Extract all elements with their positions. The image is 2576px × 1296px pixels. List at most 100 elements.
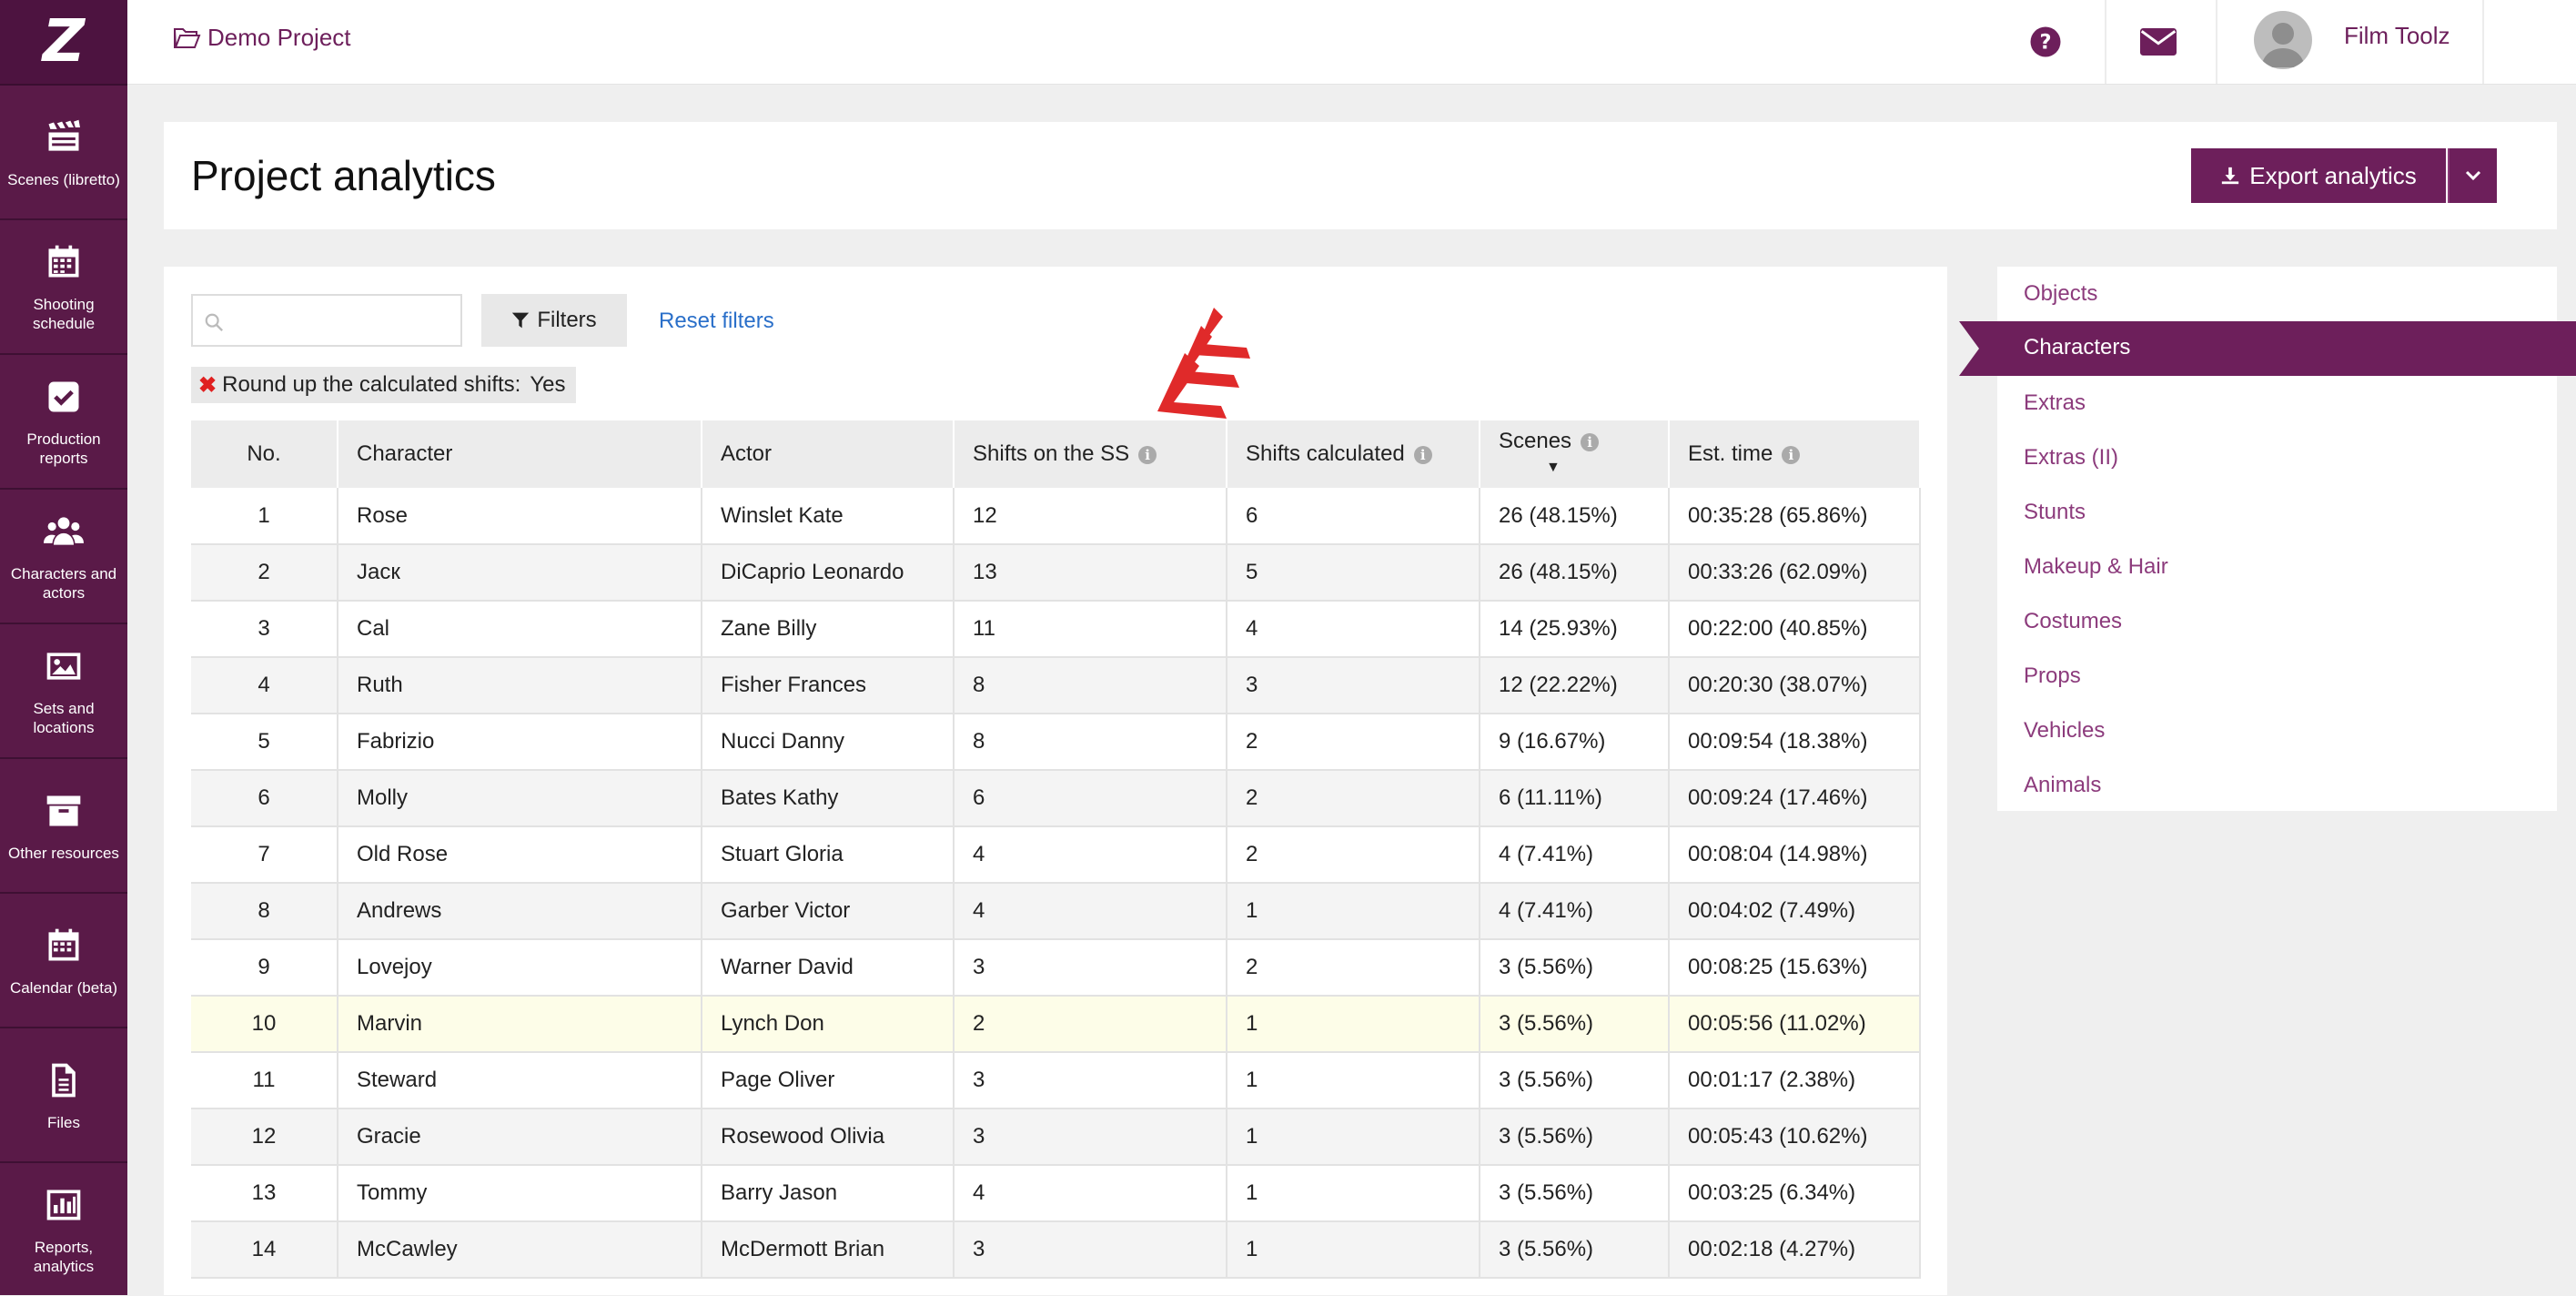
column-header-no[interactable]: No.: [191, 420, 338, 488]
reset-filters-link[interactable]: Reset filters: [659, 309, 774, 334]
sidebar-item-production-reports[interactable]: Production reports: [0, 355, 127, 490]
cell-actor: Page Oliver: [702, 1052, 955, 1109]
mail-icon[interactable]: [2138, 22, 2178, 62]
table-header-row: No. Character Actor Shifts on the SS i Sh…: [191, 420, 1921, 488]
table-row[interactable]: 8 Andrews Garber Victor 4 1 4 (7.41%) 00:04:02…: [191, 883, 1921, 940]
sidebar-label: Sets and locations: [33, 700, 95, 736]
search-input[interactable]: [233, 296, 455, 347]
cell-shifts-calculated: 1: [1227, 996, 1480, 1053]
category-item-animals[interactable]: Animals: [2024, 773, 2101, 798]
chevron-down-icon: [2465, 170, 2481, 181]
cell-no: 9: [191, 939, 338, 997]
column-header-est-time[interactable]: Est. time i: [1669, 420, 1921, 488]
remove-filter-icon[interactable]: ✖: [198, 372, 217, 399]
sidebar-item-reports-analytics[interactable]: Reports, analytics: [0, 1163, 127, 1296]
sidebar-label: Characters and actors: [10, 565, 117, 602]
column-header-actor[interactable]: Actor: [702, 420, 955, 488]
sidebar-item-shooting-schedule[interactable]: Shooting schedule: [0, 220, 127, 355]
cell-character: Marvin: [338, 996, 702, 1053]
table-row[interactable]: 11 Steward Page Oliver 3 1 3 (5.56%) 00:01:17 …: [191, 1052, 1921, 1109]
cell-scenes: 3 (5.56%): [1480, 996, 1670, 1053]
page-title: Project analytics: [191, 152, 496, 199]
category-item-makeup-hair[interactable]: Makeup & Hair: [2024, 554, 2168, 580]
table-row[interactable]: 4 Ruth Fisher Frances 8 3 12 (22.22%) 00:20:30…: [191, 657, 1921, 714]
active-notch: [1959, 321, 1997, 376]
category-item-characters[interactable]: Characters: [1959, 321, 2576, 376]
sidebar-label: Files: [47, 1113, 80, 1131]
table-row[interactable]: 2 Jacк DiCaprio Leonardo 13 5 26 (48.15%) 00:3…: [191, 544, 1921, 602]
cell-no: 2: [191, 544, 338, 602]
filter-icon: [512, 312, 530, 329]
archive-icon: [42, 789, 86, 833]
cell-shifts-ss: 4: [954, 826, 1227, 884]
export-analytics-button[interactable]: Export analytics: [2191, 148, 2446, 203]
cell-actor: Barry Jason: [702, 1165, 955, 1222]
cell-est-time: 00:22:00 (40.85%): [1669, 601, 1921, 658]
table-body: 1 Rose Winslet Kate 12 6 26 (48.15%) 00:35:28 …: [191, 488, 1921, 1279]
category-item-props[interactable]: Props: [2024, 663, 2081, 689]
sidebar-item-sets-locations[interactable]: Sets and locations: [0, 624, 127, 759]
category-item-extras[interactable]: Extras: [2024, 390, 2086, 416]
cell-scenes: 9 (16.67%): [1480, 714, 1670, 771]
cell-est-time: 00:33:26 (62.09%): [1669, 544, 1921, 602]
category-item-objects[interactable]: Objects: [2024, 281, 2097, 307]
cell-character: Molly: [338, 770, 702, 827]
cell-est-time: 00:01:17 (2.38%): [1669, 1052, 1921, 1109]
category-item-vehicles[interactable]: Vehicles: [2024, 718, 2105, 744]
filters-button[interactable]: Filters: [481, 294, 627, 347]
cell-est-time: 00:04:02 (7.49%): [1669, 883, 1921, 940]
help-icon[interactable]: ?: [2025, 22, 2066, 62]
sidebar-item-other-resources[interactable]: Other resources: [0, 759, 127, 894]
info-icon[interactable]: i: [1782, 445, 1801, 464]
category-item-stunts[interactable]: Stunts: [2024, 500, 2086, 525]
sidebar-item-calendar[interactable]: Calendar (beta): [0, 894, 127, 1028]
table-row[interactable]: 14 McCawley McDermott Brian 3 1 3 (5.56%) 00:0…: [191, 1221, 1921, 1279]
cell-est-time: 00:05:43 (10.62%): [1669, 1109, 1921, 1166]
cell-actor: Fisher Frances: [702, 657, 955, 714]
cell-est-time: 00:02:18 (4.27%): [1669, 1221, 1921, 1279]
cell-scenes: 14 (25.93%): [1480, 601, 1670, 658]
cell-scenes: 4 (7.41%): [1480, 883, 1670, 940]
cell-est-time: 00:03:25 (6.34%): [1669, 1165, 1921, 1222]
table-row[interactable]: 12 Gracie Rosewood Olivia 3 1 3 (5.56%) 00:05:…: [191, 1109, 1921, 1166]
cell-actor: Zane Billy: [702, 601, 955, 658]
sidebar-label: Scenes (libretto): [7, 170, 120, 188]
cell-shifts-ss: 3: [954, 1221, 1227, 1279]
cell-shifts-calculated: 5: [1227, 544, 1480, 602]
table-row[interactable]: 1 Rose Winslet Kate 12 6 26 (48.15%) 00:35:28 …: [191, 488, 1921, 545]
column-header-character[interactable]: Character: [338, 420, 702, 488]
sidebar-item-files[interactable]: Files: [0, 1028, 127, 1163]
info-icon[interactable]: i: [1581, 432, 1600, 451]
category-item-extras-ii[interactable]: Extras (II): [2024, 445, 2118, 471]
cell-shifts-ss: 3: [954, 939, 1227, 997]
table-row[interactable]: 6 Molly Bates Kathy 6 2 6 (11.11%) 00:09:24 (1…: [191, 770, 1921, 827]
sidebar-item-scenes[interactable]: Scenes (libretto): [0, 86, 127, 220]
cell-shifts-calculated: 1: [1227, 1109, 1480, 1166]
table-row[interactable]: 13 Tommy Barry Jason 4 1 3 (5.56%) 00:03:25 (6…: [191, 1165, 1921, 1222]
download-icon: [2222, 167, 2239, 185]
cell-shifts-calculated: 3: [1227, 657, 1480, 714]
search-box[interactable]: [191, 294, 462, 347]
project-breadcrumb[interactable]: Demo Project: [173, 24, 351, 52]
table-row[interactable]: 7 Old Rose Stuart Gloria 4 2 4 (7.41%) 00:08:0…: [191, 826, 1921, 884]
table-row[interactable]: 10 Marvin Lynch Don 2 1 3 (5.56%) 00:05:56 (11…: [191, 996, 1921, 1053]
cell-scenes: 6 (11.11%): [1480, 770, 1670, 827]
cell-shifts-ss: 8: [954, 714, 1227, 771]
cell-shifts-calculated: 1: [1227, 1165, 1480, 1222]
cell-actor: Garber Victor: [702, 883, 955, 940]
cell-shifts-calculated: 2: [1227, 714, 1480, 771]
info-icon[interactable]: i: [1138, 445, 1157, 464]
info-icon[interactable]: i: [1413, 445, 1432, 464]
table-row[interactable]: 9 Lovejoy Warner David 3 2 3 (5.56%) 00:08:25 …: [191, 939, 1921, 997]
app-logo[interactable]: Z: [0, 0, 127, 86]
avatar[interactable]: [2254, 11, 2312, 69]
table-row[interactable]: 5 Fabrizio Nucci Danny 8 2 9 (16.67%) 00:09:54…: [191, 714, 1921, 771]
category-item-costumes[interactable]: Costumes: [2024, 609, 2122, 634]
table-row[interactable]: 3 Cal Zane Billy 11 4 14 (25.93%) 00:22:00 (40…: [191, 601, 1921, 658]
cell-scenes: 26 (48.15%): [1480, 488, 1670, 545]
sidebar-label: Calendar (beta): [9, 978, 118, 997]
sidebar-item-characters-actors[interactable]: Characters and actors: [0, 490, 127, 624]
column-header-scenes[interactable]: Scenes i▼: [1480, 420, 1670, 488]
export-dropdown-toggle[interactable]: [2448, 148, 2497, 203]
user-name[interactable]: Film Toolz: [2344, 22, 2450, 50]
